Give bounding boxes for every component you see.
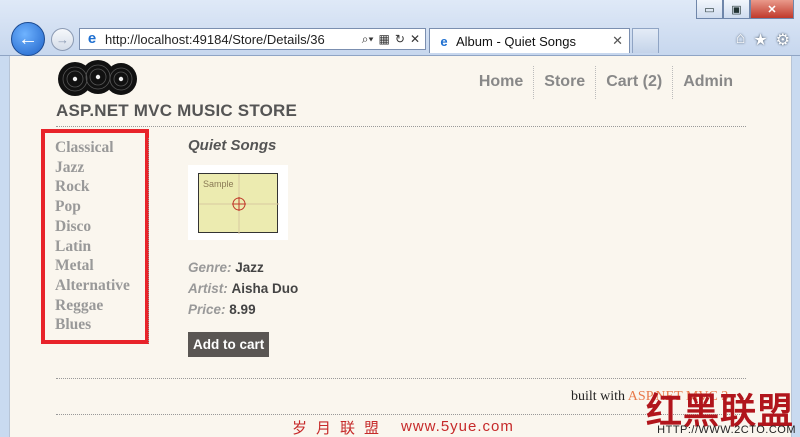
vinyl-records-logo-icon[interactable] xyxy=(58,59,138,102)
nav-cart[interactable]: Cart (2) xyxy=(595,66,672,99)
forward-button[interactable]: → xyxy=(51,28,74,51)
album-details: Genre: Jazz Artist: Aisha Duo Price: 8.9… xyxy=(188,257,298,320)
artist-row: Artist: Aisha Duo xyxy=(188,278,298,299)
genre-link[interactable]: Pop xyxy=(55,197,148,217)
footer-prefix: built with xyxy=(571,389,626,404)
genre-link[interactable]: Reggae xyxy=(55,296,148,316)
nav-store[interactable]: Store xyxy=(533,66,595,99)
footer-divider-bottom xyxy=(56,414,746,415)
album-art-placeholder: Sample xyxy=(198,172,279,234)
nav-admin[interactable]: Admin xyxy=(672,66,743,99)
watermark-www: www.5yue.com xyxy=(401,418,514,435)
search-icon[interactable]: ⌕▾ xyxy=(362,32,374,47)
genre-link[interactable]: Classical xyxy=(55,138,148,158)
album-art-image: Sample xyxy=(188,165,288,240)
crosshair-icon xyxy=(199,173,279,234)
web-page: ASP.NET MVC MUSIC STORE Home Store Cart … xyxy=(9,56,792,437)
tab-label: Album - Quiet Songs xyxy=(456,33,576,49)
price-row: Price: 8.99 xyxy=(188,299,298,320)
address-url[interactable]: http://localhost:49184/Store/Details/36 xyxy=(105,32,362,47)
browser-chrome: ▭ ▣ ✕ ← → e http://localhost:49184/Store… xyxy=(0,0,800,56)
ie-logo-icon: e xyxy=(87,30,97,47)
back-arrow-icon: ← xyxy=(18,27,38,50)
back-button[interactable]: ← xyxy=(11,22,45,56)
close-tab-icon[interactable]: ✕ xyxy=(612,33,623,49)
genre-sidebar-highlight: Classical Jazz Rock Pop Disco Latin Meta… xyxy=(41,129,149,344)
genre-row: Genre: Jazz xyxy=(188,257,298,278)
price-value: 8.99 xyxy=(229,302,256,317)
window-controls: ▭ ▣ ✕ xyxy=(696,0,794,19)
favorites-star-icon[interactable]: ★ xyxy=(753,30,767,50)
genre-value: Jazz xyxy=(235,260,264,275)
genre-link[interactable]: Blues xyxy=(55,315,148,335)
settings-gear-icon[interactable]: ⚙ xyxy=(776,30,790,50)
maximize-button[interactable]: ▣ xyxy=(723,0,750,19)
minimize-button[interactable]: ▭ xyxy=(696,0,723,19)
genre-link[interactable]: Rock xyxy=(55,177,148,197)
genre-label: Genre: xyxy=(188,260,232,275)
add-to-cart-button[interactable]: Add to cart xyxy=(188,332,270,357)
forward-arrow-icon: → xyxy=(56,32,69,47)
footer-divider-top xyxy=(56,378,746,379)
tab-album[interactable]: e Album - Quiet Songs ✕ xyxy=(429,28,630,53)
compat-icon[interactable]: ▦ xyxy=(379,32,390,46)
address-bar[interactable]: e http://localhost:49184/Store/Details/3… xyxy=(79,28,426,50)
home-icon[interactable]: ⌂ xyxy=(736,30,746,50)
genre-link[interactable]: Alternative xyxy=(55,276,148,296)
stop-icon[interactable]: ✕ xyxy=(410,32,420,46)
artist-value: Aisha Duo xyxy=(231,281,299,296)
price-label: Price: xyxy=(188,302,226,317)
main-nav: Home Store Cart (2) Admin xyxy=(469,66,743,99)
album-title: Quiet Songs xyxy=(188,137,277,154)
genre-link[interactable]: Jazz xyxy=(55,158,148,178)
genre-link[interactable]: Latin xyxy=(55,237,148,257)
close-window-button[interactable]: ✕ xyxy=(750,0,794,19)
nav-home[interactable]: Home xyxy=(469,66,533,99)
watermark-url: HTTP://WWW.2CTO.COM xyxy=(657,424,796,436)
refresh-icon[interactable]: ↻ xyxy=(395,32,405,46)
watermark-cn: 岁月联盟 xyxy=(292,420,389,437)
genre-link[interactable]: Disco xyxy=(55,217,148,237)
genre-menu: Classical Jazz Rock Pop Disco Latin Meta… xyxy=(55,138,149,343)
new-tab-button[interactable] xyxy=(632,28,659,53)
browser-toolbar: ⌂ ★ ⚙ xyxy=(736,30,790,50)
header-divider xyxy=(56,126,746,127)
ie-logo-icon: e xyxy=(440,33,448,49)
site-title: ASP.NET MVC MUSIC STORE xyxy=(56,101,298,120)
genre-link[interactable]: Metal xyxy=(55,256,148,276)
artist-label: Artist: xyxy=(188,281,228,296)
